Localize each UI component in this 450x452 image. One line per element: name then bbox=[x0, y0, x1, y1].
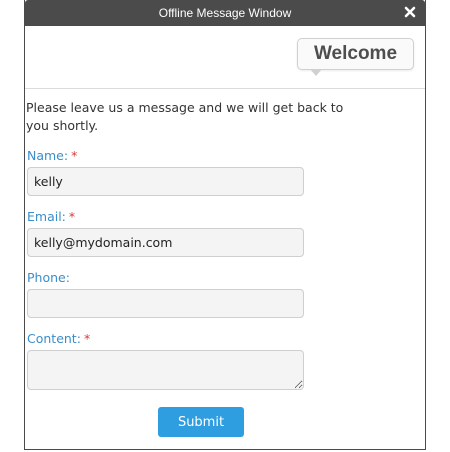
required-marker: * bbox=[68, 209, 76, 224]
content-label-text: Content: bbox=[27, 331, 81, 346]
phone-field[interactable] bbox=[27, 289, 304, 318]
phone-label-text: Phone: bbox=[27, 270, 70, 285]
required-marker: * bbox=[83, 331, 91, 346]
welcome-badge: Welcome bbox=[297, 38, 414, 76]
window-title: Offline Message Window bbox=[158, 6, 292, 20]
name-label-text: Name: bbox=[27, 148, 69, 163]
header-area: Welcome bbox=[25, 26, 425, 89]
required-marker: * bbox=[71, 148, 78, 163]
content-textarea[interactable] bbox=[27, 350, 304, 390]
email-label: Email: * bbox=[27, 209, 75, 224]
email-label-text: Email: bbox=[27, 209, 66, 224]
content-label: Content: * bbox=[27, 331, 90, 346]
intro-text: Please leave us a message and we will ge… bbox=[26, 100, 344, 133]
name-label: Name: * bbox=[27, 148, 77, 163]
close-icon[interactable] bbox=[403, 5, 417, 19]
titlebar: Offline Message Window bbox=[25, 0, 425, 26]
submit-button[interactable]: Submit bbox=[158, 407, 244, 437]
email-field[interactable] bbox=[27, 228, 304, 257]
name-field[interactable] bbox=[27, 167, 304, 196]
phone-label: Phone: bbox=[27, 270, 70, 285]
